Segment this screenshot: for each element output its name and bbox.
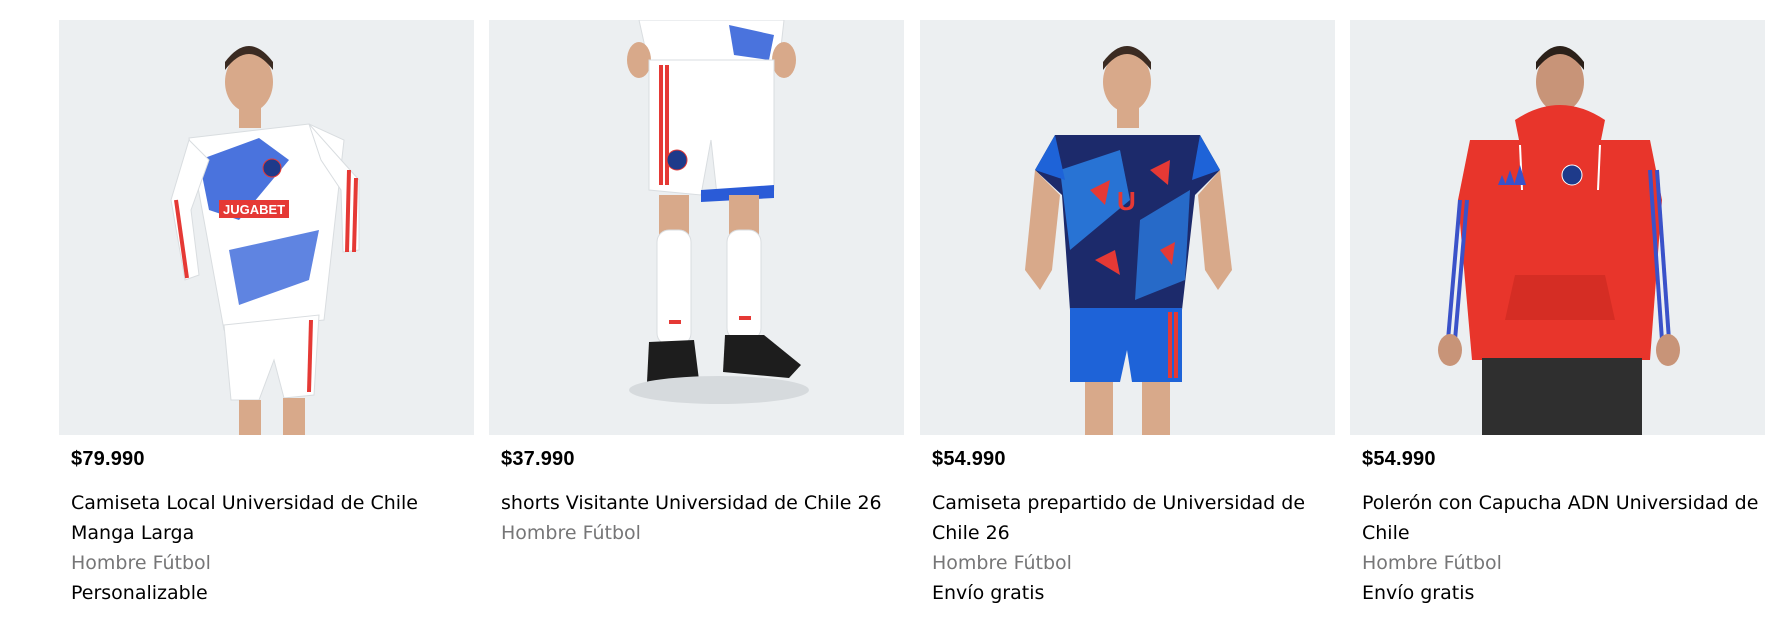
product-info: Camiseta Local Universidad de Chile Mang… — [71, 488, 469, 608]
product-photo-shorts — [489, 20, 904, 435]
product-category: Hombre Fútbol — [1362, 552, 1502, 574]
product-image[interactable]: U — [920, 20, 1335, 435]
product-badge: Envío gratis — [1362, 582, 1475, 604]
product-photo-hoodie — [1350, 20, 1765, 435]
product-photo-jersey-long-sleeve: JUGABET — [59, 20, 474, 435]
product-price: $54.990 — [1362, 448, 1436, 470]
product-category: Hombre Fútbol — [501, 522, 641, 544]
product-photo-prematch-jersey: U — [920, 20, 1335, 435]
product-category: Hombre Fútbol — [71, 552, 211, 574]
product-category: Hombre Fútbol — [932, 552, 1072, 574]
product-price: $54.990 — [932, 448, 1006, 470]
product-image[interactable]: JUGABET — [59, 20, 474, 435]
product-info: Camiseta prepartido de Universidad de Ch… — [932, 488, 1330, 608]
product-info: Polerón con Capucha ADN Universidad de C… — [1362, 488, 1760, 608]
product-card[interactable]: U $54.990 Camiseta prepartido de Univers… — [920, 20, 1335, 610]
product-badge: Envío gratis — [932, 582, 1045, 604]
product-title[interactable]: shorts Visitante Universidad de Chile 26 — [501, 488, 899, 518]
product-card[interactable]: JUGABET $79.990 Camiseta Local Universid… — [59, 20, 474, 610]
product-card[interactable]: $54.990 Polerón con Capucha ADN Universi… — [1350, 20, 1765, 610]
product-title[interactable]: Camiseta prepartido de Universidad de Ch… — [932, 488, 1330, 548]
svg-text:U: U — [1117, 186, 1136, 216]
product-grid: JUGABET $79.990 Camiseta Local Universid… — [0, 0, 1772, 631]
product-title[interactable]: Camiseta Local Universidad de Chile Mang… — [71, 488, 469, 548]
product-title[interactable]: Polerón con Capucha ADN Universidad de C… — [1362, 488, 1760, 548]
product-price: $37.990 — [501, 448, 575, 470]
product-info: shorts Visitante Universidad de Chile 26… — [501, 488, 899, 548]
product-image[interactable] — [1350, 20, 1765, 435]
product-image[interactable] — [489, 20, 904, 435]
product-badge: Personalizable — [71, 582, 208, 604]
svg-text:JUGABET: JUGABET — [223, 202, 285, 217]
product-card[interactable]: $37.990 shorts Visitante Universidad de … — [489, 20, 904, 610]
product-price: $79.990 — [71, 448, 145, 470]
